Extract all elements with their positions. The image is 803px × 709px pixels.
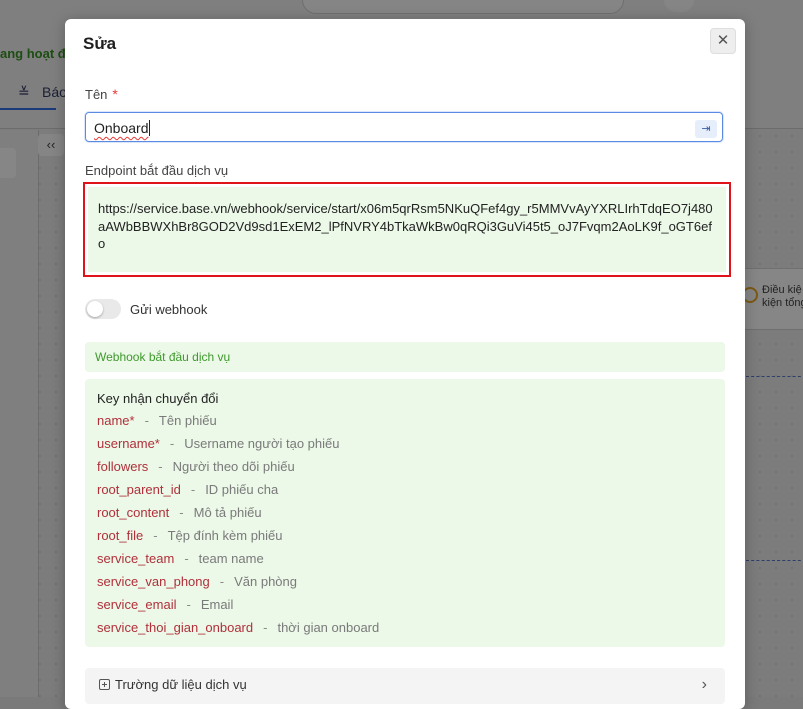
send-webhook-label: Gửi webhook [130,302,208,317]
endpoint-label: Endpoint bắt đầu dịch vụ [85,163,229,178]
key-description: Tệp đính kèm phiếu [167,528,283,543]
endpoint-highlight: https://service.base.vn/webhook/service/… [83,182,731,277]
search-bar [302,0,624,14]
key-name: root_file [97,528,144,543]
key-row: name* - Tên phiếu [97,412,713,435]
key-name: root_parent_id [97,482,181,497]
tab-report: ≚ Báo [18,84,67,101]
collapse-icon: ‹‹ [38,134,64,156]
sidebar [0,130,39,697]
service-fields-label: Trường dữ liệu dịch vụ [115,677,247,692]
keys-title: Key nhận chuyển đổi [97,391,219,406]
condition-text: Điều kiệ kiện tổng [762,284,803,309]
key-row: username* - Username người tạo phiếu [97,435,713,458]
key-row: root_file - Tệp đính kèm phiếu [97,527,713,550]
service-fields-expander[interactable]: Trường dữ liệu dịch vụ › [85,668,725,704]
key-separator: - [263,620,268,635]
key-separator: - [190,482,196,497]
key-row: root_parent_id - ID phiếu cha [97,481,713,504]
key-description: Người theo dõi phiếu [172,459,295,474]
key-separator: - [153,528,158,543]
key-row: service_van_phong - Văn phòng [97,573,713,596]
insert-variable-icon[interactable]: ⇥ [695,120,717,138]
name-label: Tên * [85,86,118,102]
text-caret [149,120,151,136]
key-separator: - [219,574,225,589]
toggle-knob [87,301,103,317]
key-name: name* [97,413,135,428]
key-description: Email [200,597,234,612]
key-row: service_email - Email [97,596,713,619]
edit-modal: Sửa ✕ Tên * Onboard ⇥ Endpoint bắt đầu dị… [65,19,745,709]
webhook-start-label: Webhook bắt đầu dịch vụ [85,342,725,372]
key-name: followers [97,459,149,474]
key-separator: - [144,413,149,428]
key-list: name* - Tên phiếu username* - Username người … [97,412,713,642]
key-description: Mô tả phiếu [193,505,262,520]
key-description: thời gian onboard [277,620,380,635]
name-input[interactable]: Onboard [85,112,723,142]
keys-panel: Key nhận chuyển đổi name* - Tên phiếu usern… [85,379,725,647]
key-name: service_email [97,597,177,612]
endpoint-url[interactable]: https://service.base.vn/webhook/service/… [88,187,726,272]
key-separator: - [169,436,175,451]
key-description: Tên phiếu [158,413,217,428]
chevrons-icon: ≚ [18,84,30,100]
required-mark: * [112,86,118,102]
sidebar-button [0,148,16,178]
key-separator: - [184,551,189,566]
send-webhook-toggle[interactable] [85,299,121,319]
tab-underline [0,108,56,110]
close-button[interactable]: ✕ [710,28,736,54]
key-description: Văn phòng [234,574,297,589]
key-name: service_team [97,551,175,566]
name-input-value: Onboard [94,120,149,136]
close-icon: ✕ [716,32,730,49]
key-name: username* [97,436,160,451]
connector-line [746,560,803,561]
plus-square-icon [99,679,110,690]
key-separator: - [179,505,184,520]
connector-line [746,376,803,377]
key-separator: - [186,597,191,612]
key-separator: - [158,459,163,474]
key-description: ID phiếu cha [205,482,279,497]
key-name: service_thoi_gian_onboard [97,620,254,635]
key-row: followers - Người theo dõi phiếu [97,458,713,481]
key-row: service_team - team name [97,550,713,573]
key-description: Username người tạo phiếu [184,436,340,451]
key-description: team name [198,551,264,566]
modal-title: Sửa [83,34,117,53]
key-row: root_content - Mô tả phiếu [97,504,713,527]
key-row: service_thoi_gian_onboard - thời gian onbo… [97,619,713,642]
key-name: service_van_phong [97,574,210,589]
tab-report-label: Báo [42,84,67,100]
key-name: root_content [97,505,170,520]
status-text: ang hoạt độ [0,46,74,61]
